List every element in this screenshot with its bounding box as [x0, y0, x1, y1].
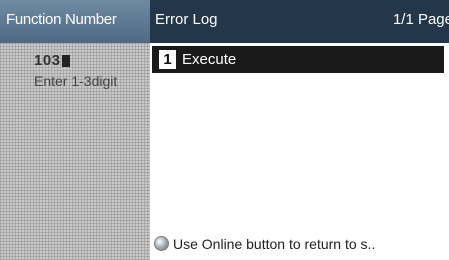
function-number-value: 103 — [34, 52, 61, 69]
function-number-hint: Enter 1-3digit — [34, 73, 118, 89]
footer-text: Use Online button to return to s.. — [173, 236, 376, 252]
page-indicator: 1/1 Page — [392, 11, 449, 28]
error-log-panel: Error Log 1/1 Page 1 Execute Use Online … — [150, 0, 449, 260]
text-cursor — [61, 55, 70, 68]
menu-item-label: Execute — [182, 51, 237, 68]
function-number-input[interactable]: 103 — [34, 52, 70, 69]
page-title: Error Log — [155, 11, 218, 28]
function-number-title: Function Number — [6, 11, 117, 28]
error-log-header: Error Log 1/1 Page — [150, 0, 449, 43]
function-number-header: Function Number — [0, 0, 150, 43]
function-number-panel: Function Number 103 Enter 1-3digit — [0, 0, 151, 260]
footer-hint: Use Online button to return to s.. — [154, 236, 375, 252]
online-button-icon — [154, 236, 169, 251]
menu-item-number: 1 — [159, 50, 176, 69]
menu-item-execute[interactable]: 1 Execute — [152, 46, 444, 73]
